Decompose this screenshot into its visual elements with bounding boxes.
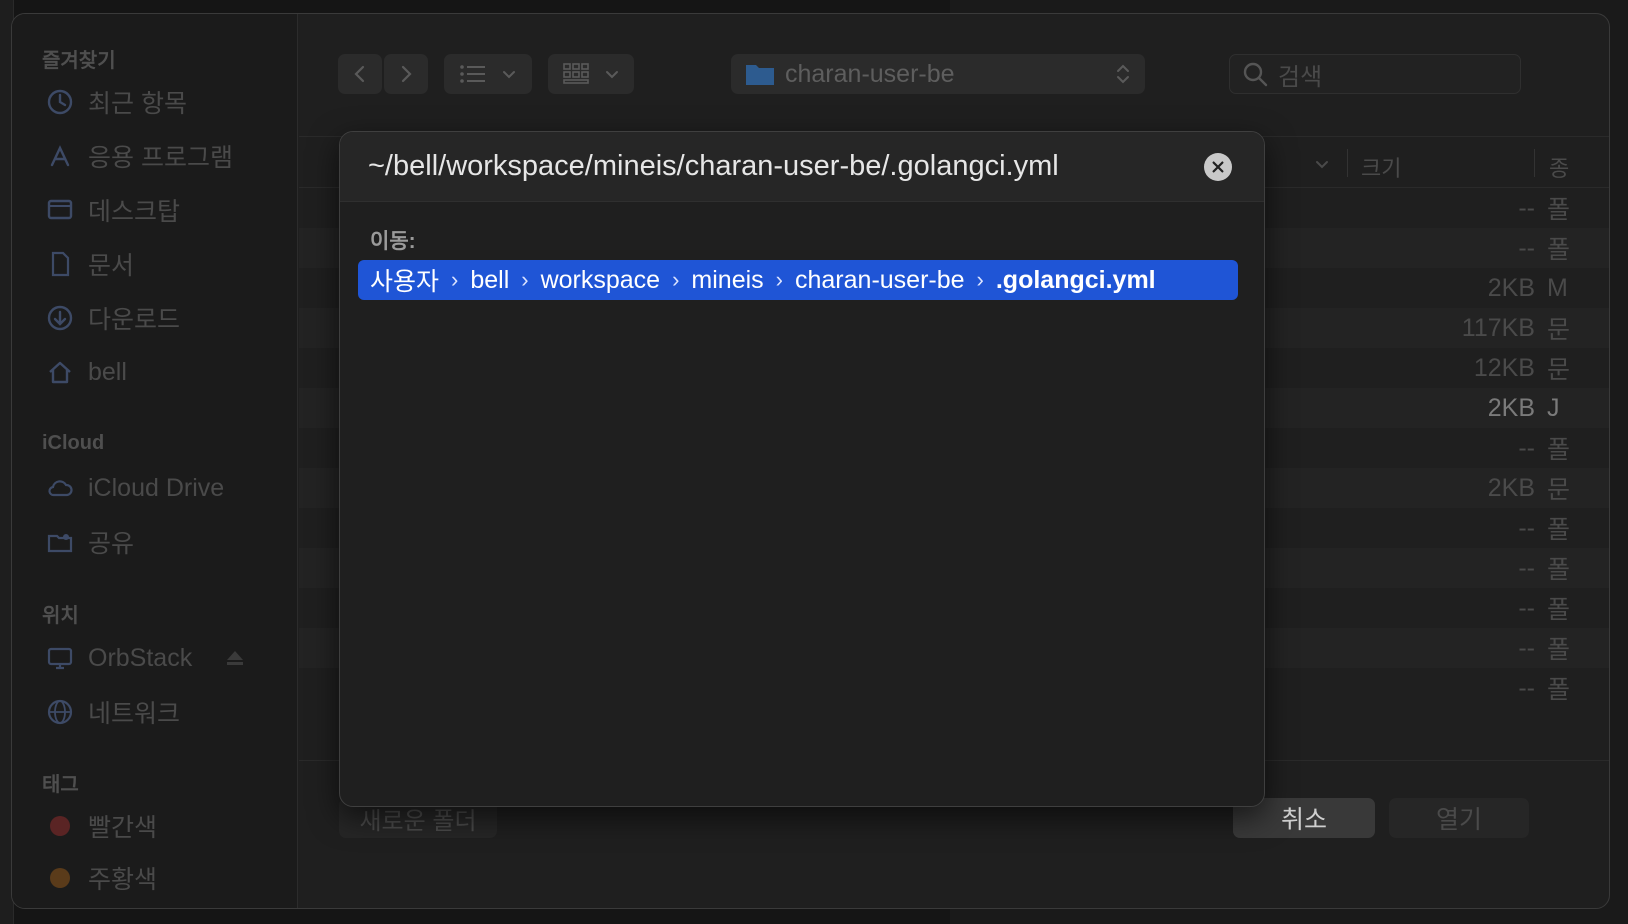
sidebar-item-applications[interactable]: 응용 프로그램	[46, 138, 233, 174]
breadcrumb-separator: ›	[672, 267, 680, 292]
sidebar-section-locations: 위치	[42, 605, 79, 627]
back-button[interactable]	[338, 54, 382, 94]
sidebar-item-label: 최근 항목	[88, 90, 187, 118]
home-icon	[46, 358, 74, 386]
desktop-icon	[46, 196, 74, 224]
sidebar-item-orbstack[interactable]: OrbStack	[46, 640, 246, 676]
sidebar-item-documents[interactable]: 문서	[46, 246, 134, 282]
breadcrumb-item: charan-user-be	[795, 265, 965, 294]
chevron-left-icon	[354, 65, 365, 83]
cloud-icon	[46, 474, 74, 502]
sidebar-item-label: 네트워크	[88, 700, 181, 728]
search-icon	[1243, 62, 1268, 87]
column-header-size[interactable]: 크기	[1361, 151, 1401, 183]
chevron-down-icon	[606, 71, 618, 79]
go-to-folder-header: ~/bell/workspace/mineis/charan-user-be/.…	[340, 132, 1264, 202]
sidebar-item-label: 빨간색	[88, 814, 158, 842]
search-field[interactable]: 검색	[1229, 54, 1521, 94]
open-button[interactable]: 열기	[1389, 798, 1529, 838]
sidebar-item-tag-orange[interactable]: 주황색	[46, 860, 157, 896]
sidebar: 즐겨찾기 최근 항목 응용 프로그램 데스크탑 문서 다운로드 bell iCl…	[12, 14, 298, 908]
location-popup-label: charan-user-be	[785, 59, 955, 88]
search-placeholder: 검색	[1278, 63, 1323, 91]
applications-icon	[46, 142, 74, 170]
breadcrumb-item: mineis	[691, 265, 764, 294]
eject-icon[interactable]	[224, 647, 246, 669]
sidebar-item-network[interactable]: 네트워크	[46, 694, 180, 730]
chevron-right-icon	[401, 65, 412, 83]
orange-tag-icon	[46, 864, 74, 892]
location-popup[interactable]: charan-user-be	[731, 54, 1145, 94]
download-icon	[46, 304, 74, 332]
go-to-folder-sheet: ~/bell/workspace/mineis/charan-user-be/.…	[339, 131, 1265, 807]
breadcrumb-item: bell	[470, 265, 510, 294]
go-to-label: 이동:	[370, 230, 416, 253]
sidebar-item-label: 공유	[88, 530, 135, 558]
breadcrumb-item-current: .golangci.yml	[995, 265, 1156, 294]
sidebar-item-label: 응용 프로그램	[88, 144, 233, 172]
breadcrumb-separator: ›	[775, 267, 783, 292]
sidebar-item-downloads[interactable]: 다운로드	[46, 300, 180, 336]
breadcrumb-separator: ›	[521, 267, 529, 292]
sidebar-item-tag-red[interactable]: 빨간색	[46, 808, 157, 844]
document-icon	[46, 250, 74, 278]
grid-icon	[563, 63, 589, 84]
forward-button[interactable]	[384, 54, 428, 94]
breadcrumb-item: workspace	[540, 265, 661, 294]
folder-icon	[746, 65, 774, 85]
sidebar-section-icloud: iCloud	[42, 432, 105, 454]
list-view-icon	[460, 65, 485, 83]
sort-chevron-icon	[1316, 161, 1328, 169]
sidebar-item-shared[interactable]: 공유	[46, 524, 134, 560]
path-suggestion[interactable]: 사용자 › bell › workspace › mineis › charan…	[358, 260, 1238, 300]
column-divider	[1534, 149, 1535, 177]
sidebar-item-home[interactable]: bell	[46, 354, 127, 390]
red-tag-icon	[46, 812, 74, 840]
computer-icon	[46, 644, 74, 672]
sidebar-item-label: OrbStack	[88, 643, 193, 672]
sidebar-section-favorites: 즐겨찾기	[42, 50, 116, 72]
chevron-down-icon	[503, 71, 515, 79]
view-mode-button[interactable]	[444, 54, 532, 94]
breadcrumb-separator: ›	[451, 267, 459, 292]
breadcrumb-item: 사용자	[370, 268, 440, 296]
group-button[interactable]	[548, 54, 634, 94]
sidebar-item-label: bell	[88, 357, 127, 386]
close-icon	[1212, 161, 1224, 173]
sidebar-item-recents[interactable]: 최근 항목	[46, 84, 187, 120]
go-to-path-input[interactable]: ~/bell/workspace/mineis/charan-user-be/.…	[368, 150, 1178, 183]
clear-path-button[interactable]	[1204, 153, 1232, 181]
sidebar-item-label: 데스크탑	[88, 198, 181, 226]
sidebar-item-desktop[interactable]: 데스크탑	[46, 192, 180, 228]
column-divider	[1347, 149, 1348, 177]
updown-chevron-icon	[1117, 64, 1129, 84]
clock-icon	[46, 88, 74, 116]
sidebar-item-icloud-drive[interactable]: iCloud Drive	[46, 470, 224, 506]
column-header-kind[interactable]: 종	[1549, 151, 1569, 183]
shared-folder-icon	[46, 528, 74, 556]
sidebar-item-label: 문서	[88, 252, 135, 280]
breadcrumb-separator: ›	[976, 267, 984, 292]
globe-icon	[46, 698, 74, 726]
sidebar-item-label: iCloud Drive	[88, 473, 225, 502]
sidebar-item-label: 주황색	[88, 866, 158, 894]
sidebar-item-label: 다운로드	[88, 306, 181, 334]
sidebar-section-tags: 태그	[42, 774, 79, 796]
